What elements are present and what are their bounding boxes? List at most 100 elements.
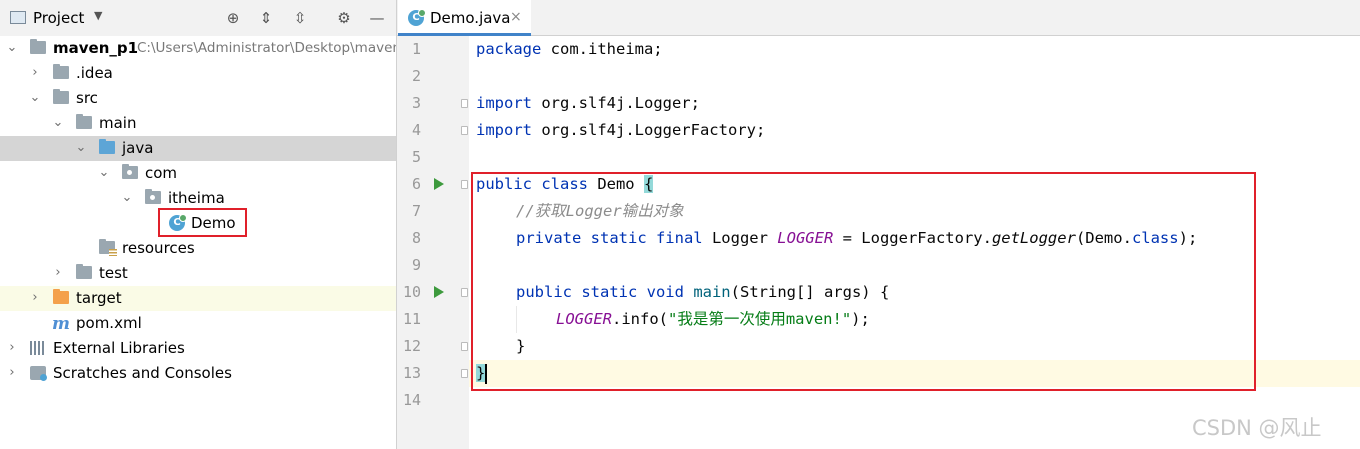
close-icon[interactable]: × — [510, 9, 522, 25]
chevron-right-icon[interactable]: › — [5, 340, 19, 356]
excluded-folder-icon — [53, 289, 69, 305]
folder-icon — [53, 64, 69, 80]
chevron-right-icon[interactable]: › — [28, 65, 42, 81]
chevron-down-icon[interactable]: ▼ — [94, 9, 102, 22]
resources-folder-icon — [99, 239, 117, 256]
chevron-down-icon[interactable]: ⌄ — [51, 115, 65, 131]
tree-item-path: C:\Users\Administrator\Desktop\maven_p1 — [137, 40, 425, 56]
tree-item-java[interactable]: ⌄ java — [0, 136, 396, 161]
line-number: 7 — [411, 202, 421, 220]
line-number: 11 — [402, 310, 421, 328]
line-number: 8 — [411, 229, 421, 247]
code-token: com.itheima; — [541, 40, 663, 58]
line-number: 3 — [411, 94, 421, 112]
line-number: 10 — [402, 283, 421, 301]
tree-item-label: pom.xml — [76, 314, 142, 332]
tree-item-com[interactable]: ⌄ com — [0, 161, 396, 186]
code-line-1: package com.itheima; — [476, 36, 663, 63]
tree-item-target[interactable]: › target — [0, 286, 396, 311]
tree-item-label: com — [145, 164, 178, 182]
tree-item-idea[interactable]: › .idea — [0, 61, 396, 86]
java-class-icon: C — [408, 9, 426, 26]
code-line-4: import org.slf4j.LoggerFactory; — [476, 117, 765, 144]
tree-item-external-libraries[interactable]: › External Libraries — [0, 336, 396, 361]
tab-demo-java[interactable]: C Demo.java × — [398, 0, 531, 36]
locate-icon[interactable]: ⊕ — [223, 8, 243, 28]
fold-icon[interactable] — [461, 342, 468, 351]
project-panel: Project ▼ ⊕ ⇕ ⇳ ⚙ — ⌄ maven_p1 C:\Users\… — [0, 0, 425, 449]
module-folder-icon — [30, 39, 46, 55]
tree-item-label: .idea — [76, 64, 113, 82]
tree-item-label: Scratches and Consoles — [53, 364, 232, 382]
line-number: 6 — [411, 175, 421, 193]
tree-item-label: java — [122, 139, 154, 157]
minimize-icon[interactable]: — — [367, 8, 387, 28]
fold-icon[interactable] — [461, 180, 468, 189]
source-folder-icon — [99, 139, 115, 155]
line-number: 2 — [411, 67, 421, 85]
chevron-down-icon[interactable]: ⌄ — [28, 90, 42, 106]
watermark: CSDN @风止 — [1192, 416, 1322, 440]
tree-item-label: itheima — [168, 189, 225, 207]
tree-item-label: External Libraries — [53, 339, 185, 357]
code-token: org.slf4j.LoggerFactory; — [532, 121, 766, 139]
library-icon — [30, 341, 46, 355]
folder-icon — [76, 114, 92, 130]
expand-all-icon[interactable]: ⇕ — [256, 8, 276, 28]
tree-item-label: src — [76, 89, 98, 107]
line-number: 9 — [411, 256, 421, 274]
package-icon — [122, 164, 138, 180]
chevron-down-icon[interactable]: ⌄ — [5, 40, 19, 56]
tree-item-label: resources — [122, 239, 195, 257]
line-number: 4 — [411, 121, 421, 139]
run-icon[interactable] — [434, 178, 444, 190]
fold-icon[interactable] — [461, 126, 468, 135]
project-panel-title[interactable]: Project — [33, 9, 84, 27]
run-icon[interactable] — [434, 286, 444, 298]
tree-item-label: maven_p1 — [53, 39, 139, 57]
project-panel-header: Project ▼ ⊕ ⇕ ⇳ ⚙ — — [0, 0, 396, 36]
chevron-right-icon[interactable]: › — [51, 265, 65, 281]
editor-gutter: 1 2 3 4 5 6 7 8 9 10 11 12 13 14 — [397, 36, 469, 449]
tree-item-label: test — [99, 264, 128, 282]
fold-icon[interactable] — [461, 369, 468, 378]
tree-item-maven-p1[interactable]: ⌄ maven_p1 C:\Users\Administrator\Deskto… — [0, 36, 425, 61]
collapse-all-icon[interactable]: ⇳ — [290, 8, 310, 28]
tree-item-label: target — [76, 289, 122, 307]
folder-icon — [76, 264, 92, 280]
code-token: import — [476, 121, 532, 139]
line-number: 5 — [411, 148, 421, 166]
chevron-right-icon[interactable]: › — [5, 365, 19, 381]
code-highlight-box — [471, 172, 1256, 391]
line-number: 13 — [402, 364, 421, 382]
tree-item-main[interactable]: ⌄ main — [0, 111, 396, 136]
tree-item-src[interactable]: ⌄ src — [0, 86, 396, 111]
chevron-down-icon[interactable]: ⌄ — [97, 165, 111, 181]
project-view-icon — [10, 11, 26, 24]
editor-tab-bar: C Demo.java × — [397, 0, 1360, 36]
folder-icon — [53, 89, 69, 105]
chevron-right-icon[interactable]: › — [28, 290, 42, 306]
code-line-3: import org.slf4j.Logger; — [476, 90, 700, 117]
chevron-down-icon[interactable]: ⌄ — [74, 140, 88, 156]
package-icon — [145, 189, 161, 205]
tree-item-pom-xml[interactable]: m pom.xml — [0, 311, 396, 336]
line-number: 1 — [411, 40, 421, 58]
tree-item-scratches[interactable]: › Scratches and Consoles — [0, 361, 396, 386]
line-number: 12 — [402, 337, 421, 355]
demo-highlight-box — [158, 208, 247, 237]
code-token: org.slf4j.Logger; — [532, 94, 700, 112]
chevron-down-icon[interactable]: ⌄ — [120, 190, 134, 206]
tab-label: Demo.java — [430, 9, 511, 27]
scratches-icon — [30, 366, 47, 381]
tree-item-test[interactable]: › test — [0, 261, 396, 286]
code-token: import — [476, 94, 532, 112]
gear-icon[interactable]: ⚙ — [334, 8, 354, 28]
maven-icon: m — [52, 314, 70, 334]
tree-item-resources[interactable]: resources — [0, 236, 396, 261]
fold-icon[interactable] — [461, 99, 468, 108]
fold-icon[interactable] — [461, 288, 468, 297]
code-token: package — [476, 40, 542, 58]
tree-item-label: main — [99, 114, 137, 132]
line-number: 14 — [402, 391, 421, 409]
